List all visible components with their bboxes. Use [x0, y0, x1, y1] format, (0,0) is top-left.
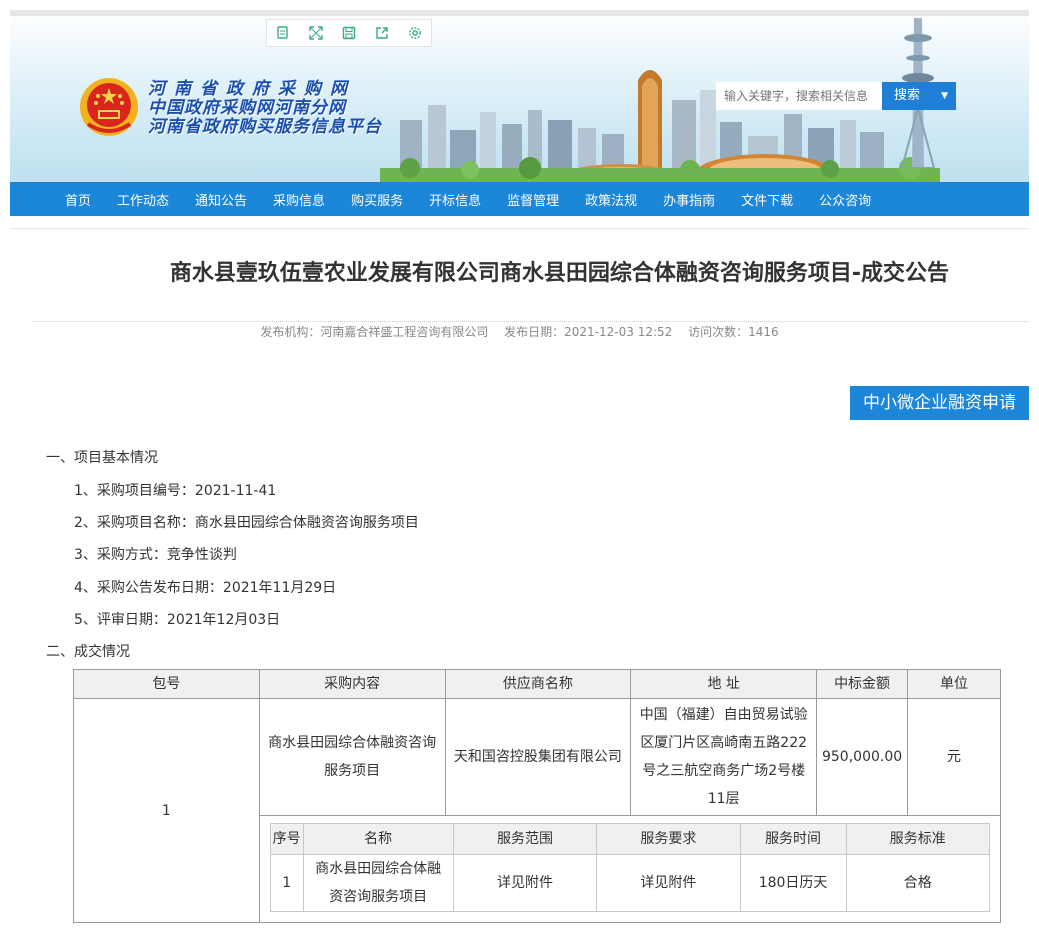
- search-input[interactable]: [716, 82, 882, 110]
- site-title-line1: 河南省政府采购网: [148, 79, 356, 99]
- national-emblem-icon: [80, 78, 138, 136]
- service-cell: 序号 名称 服务范围 服务要求 服务时间 服务标准 1 商水县田园综合体融 资咨…: [258, 815, 1002, 923]
- service-name-cell: 商水县田园综合体融 资咨询服务项目: [302, 854, 454, 912]
- share-icon[interactable]: [373, 24, 391, 42]
- nav-item-purchase-services[interactable]: 购买服务: [351, 190, 403, 209]
- service-name: 资咨询服务项目: [329, 889, 428, 905]
- content-text: 商水县田园综合体融资咨询: [268, 735, 437, 751]
- site-title-line2: 中国政府采购网河南分网: [148, 98, 346, 118]
- save-icon[interactable]: [340, 24, 358, 42]
- content-text: 服务项目: [324, 763, 381, 779]
- section-deal: 二、成交情况: [46, 644, 130, 660]
- title-divider: [32, 321, 1029, 322]
- service-requirement: 详见附件: [596, 854, 741, 912]
- main-nav: 首页 工作动态 通知公告 采购信息 购买服务 开标信息 监督管理 政策法规 办事…: [10, 182, 1029, 216]
- page-title: 商水县壹玖伍壹农业发展有限公司商水县田园综合体融资咨询服务项目-成交公告: [169, 261, 950, 286]
- list-item: 1、采购项目编号：2021-11-41: [74, 483, 277, 499]
- publish-date: 发布日期：2021-12-03 12:52: [504, 325, 673, 339]
- nav-item-downloads[interactable]: 文件下载: [741, 190, 793, 209]
- col-header: 包号: [73, 669, 260, 699]
- address-line: 号之三航空商务广场2号楼: [642, 763, 806, 779]
- nav-item-guide[interactable]: 办事指南: [663, 190, 715, 209]
- col-header: 单位: [907, 669, 1001, 699]
- table-header-row: 序号 名称 服务范围 服务要求 服务时间 服务标准: [269, 823, 991, 855]
- deal-table: 包号 采购内容 供应商名称 地 址 中标金额 单位 1 商水县田园综合体融资咨询…: [73, 669, 1002, 923]
- service-name: 商水县田园综合体融: [315, 861, 442, 877]
- nav-item-procurement-info[interactable]: 采购信息: [273, 190, 325, 209]
- col-header: 服务要求: [596, 823, 741, 855]
- service-no: 1: [269, 854, 304, 912]
- banner-top-band: [10, 10, 1029, 16]
- col-header: 名称: [302, 823, 454, 855]
- nav-item-public-consult[interactable]: 公众咨询: [819, 190, 871, 209]
- nav-item-bid-opening[interactable]: 开标信息: [429, 190, 481, 209]
- visit-count: 访问次数：1416: [688, 325, 779, 339]
- col-header: 采购内容: [258, 669, 446, 699]
- service-standard: 合格: [845, 854, 991, 912]
- table-header-row: 包号 采购内容 供应商名称 地 址 中标金额 单位: [73, 669, 1001, 699]
- address-line: 区厦门片区高崎南五路222: [640, 735, 808, 751]
- nav-item-policies[interactable]: 政策法规: [585, 190, 637, 209]
- finance-apply-button[interactable]: 中小微企业融资申请: [850, 386, 1029, 420]
- service-time: 180日历天: [739, 854, 847, 912]
- col-header: 服务时间: [739, 823, 847, 855]
- article-card: 商水县壹玖伍壹农业发展有限公司商水县田园综合体融资咨询服务项目-成交公告 发布机…: [10, 228, 1029, 942]
- section-basic-info: 一、项目基本情况: [46, 450, 158, 466]
- address-cell: 中国（福建）自由贸易试验 区厦门片区高崎南五路222 号之三航空商务广场2号楼 …: [630, 698, 818, 816]
- content-cell: 商水县田园综合体融资咨询 服务项目: [258, 698, 446, 816]
- chevron-down-icon: ▼: [941, 91, 948, 101]
- service-scope: 详见附件: [452, 854, 598, 912]
- col-header: 地 址: [630, 669, 818, 699]
- list-item: 2、采购项目名称：商水县田园综合体融资咨询服务项目: [74, 515, 419, 531]
- fullscreen-icon[interactable]: [307, 24, 325, 42]
- copy-icon[interactable]: [274, 24, 292, 42]
- search-button-label: 搜索: [894, 88, 921, 103]
- site-title-line3: 河南省政府购买服务信息平台: [148, 117, 382, 137]
- list-item: 3、采购方式：竞争性谈判: [74, 547, 237, 563]
- city-skyline: [380, 70, 940, 182]
- nav-item-work-news[interactable]: 工作动态: [117, 190, 169, 209]
- col-header: 中标金额: [816, 669, 909, 699]
- settings-icon[interactable]: [406, 24, 424, 42]
- address-line: 中国（福建）自由贸易试验: [639, 707, 808, 723]
- nav-item-supervision[interactable]: 监督管理: [507, 190, 559, 209]
- table-row: 1 商水县田园综合体融资咨询 服务项目 天和国咨控股集团有限公司 中国（福建）自…: [73, 698, 1001, 923]
- col-header: 服务范围: [452, 823, 598, 855]
- nav-item-notices[interactable]: 通知公告: [195, 190, 247, 209]
- nav-item-home[interactable]: 首页: [65, 190, 91, 209]
- article-meta: 发布机构：河南嘉合祥盛工程咨询有限公司 发布日期：2021-12-03 12:5…: [10, 323, 1029, 340]
- service-table: 序号 名称 服务范围 服务要求 服务时间 服务标准 1 商水县田园综合体融 资咨…: [269, 823, 991, 912]
- address-line: 11层: [707, 791, 740, 807]
- unit-cell: 元: [907, 698, 1001, 816]
- col-header: 服务标准: [845, 823, 991, 855]
- site-title: 河南省政府采购网 中国政府采购网河南分网 河南省政府购买服务信息平台: [148, 80, 382, 137]
- col-header: 序号: [269, 823, 304, 855]
- supplier-cell: 天和国咨控股集团有限公司: [444, 698, 632, 816]
- floating-toolbar: [266, 19, 432, 47]
- publisher: 发布机构：河南嘉合祥盛工程咨询有限公司: [260, 325, 489, 339]
- package-number: 1: [73, 698, 260, 923]
- table-row: 1 商水县田园综合体融 资咨询服务项目 详见附件 详见附件 180日历天 合格: [269, 854, 991, 912]
- amount-cell: 950,000.00: [816, 698, 909, 816]
- col-header: 供应商名称: [444, 669, 632, 699]
- list-item: 4、采购公告发布日期：2021年11月29日: [74, 580, 337, 596]
- list-item: 5、评审日期：2021年12月03日: [74, 612, 281, 628]
- search-button[interactable]: 搜索 ▼: [882, 82, 956, 110]
